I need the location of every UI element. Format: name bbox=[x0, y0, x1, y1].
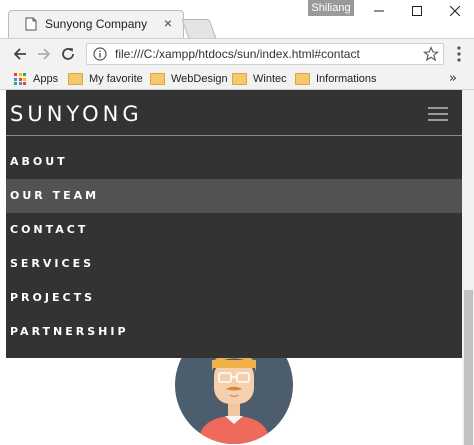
more-bookmarks-icon[interactable]: » bbox=[449, 71, 457, 86]
nav-item-label: SERVICES bbox=[10, 257, 95, 270]
nav-item-projects[interactable]: PROJECTS bbox=[6, 281, 462, 315]
arrow-left-icon bbox=[13, 48, 26, 60]
nav-divider bbox=[6, 135, 462, 136]
nav-item-our-team[interactable]: OUR TEAM bbox=[6, 179, 462, 213]
minimize-button[interactable] bbox=[360, 0, 398, 22]
folder-icon bbox=[150, 73, 165, 85]
close-icon bbox=[450, 6, 460, 16]
nav-item-partnership[interactable]: PARTNERSHIP bbox=[6, 315, 462, 349]
bookmark-label: Informations bbox=[316, 73, 377, 85]
more-vertical-icon[interactable] bbox=[452, 45, 466, 63]
address-bar[interactable]: file:///C:/xampp/htdocs/sun/index.html#c… bbox=[86, 43, 444, 65]
apps-grid-icon bbox=[14, 73, 26, 85]
new-tab-button[interactable] bbox=[181, 19, 217, 39]
forward-button[interactable] bbox=[34, 44, 54, 64]
browser-toolbar: file:///C:/xampp/htdocs/sun/index.html#c… bbox=[0, 38, 474, 68]
nav-item-label: OUR TEAM bbox=[10, 189, 100, 202]
star-icon[interactable] bbox=[423, 46, 439, 62]
bookmark-apps[interactable]: Apps bbox=[14, 71, 58, 87]
site-navbar: SUNYONG ABOUT OUR TEAM CONTACT SERVICES … bbox=[6, 90, 462, 358]
bookmark-webdesign[interactable]: WebDesign bbox=[150, 71, 228, 87]
info-icon[interactable] bbox=[93, 47, 107, 61]
maximize-icon bbox=[412, 6, 422, 16]
hamburger-menu-icon[interactable] bbox=[428, 107, 448, 121]
bookmark-informations[interactable]: Informations bbox=[295, 71, 377, 87]
site-brand[interactable]: SUNYONG bbox=[10, 102, 143, 126]
bookmark-label: Apps bbox=[33, 73, 59, 85]
team-member-avatar bbox=[175, 358, 293, 444]
back-button[interactable] bbox=[10, 44, 30, 64]
folder-icon bbox=[232, 73, 247, 85]
nav-item-contact[interactable]: CONTACT bbox=[6, 213, 462, 247]
nav-item-services[interactable]: SERVICES bbox=[6, 247, 462, 281]
bookmark-my-favorite[interactable]: My favorite bbox=[68, 71, 143, 87]
minimize-icon bbox=[374, 10, 384, 12]
nav-item-label: PROJECTS bbox=[10, 291, 95, 304]
tab-strip: Sunyong Company × Shiliang bbox=[0, 0, 474, 39]
nav-item-label: PARTNERSHIP bbox=[10, 325, 129, 338]
url-text: file:///C:/xampp/htdocs/sun/index.html#c… bbox=[115, 47, 360, 61]
folder-icon bbox=[295, 73, 310, 85]
bookmark-label: Wintec bbox=[253, 73, 287, 85]
folder-icon bbox=[68, 73, 83, 85]
close-tab-icon[interactable]: × bbox=[161, 16, 175, 30]
nav-item-label: ABOUT bbox=[10, 155, 68, 168]
page-icon bbox=[25, 17, 37, 31]
nav-item-label: CONTACT bbox=[10, 223, 89, 236]
profile-badge[interactable]: Shiliang bbox=[308, 0, 354, 16]
reload-icon bbox=[62, 48, 74, 60]
maximize-button[interactable] bbox=[398, 0, 436, 22]
bookmark-label: My favorite bbox=[89, 73, 143, 85]
scrollbar-thumb[interactable] bbox=[464, 290, 473, 445]
bookmarks-bar: Apps My favorite WebDesign Wintec Inform… bbox=[0, 68, 474, 90]
page-viewport: SUNYONG ABOUT OUR TEAM CONTACT SERVICES … bbox=[0, 90, 474, 445]
arrow-right-icon bbox=[38, 48, 51, 60]
bookmark-label: WebDesign bbox=[171, 73, 228, 85]
nav-item-about[interactable]: ABOUT bbox=[6, 145, 462, 179]
bookmark-wintec[interactable]: Wintec bbox=[232, 71, 287, 87]
reload-button[interactable] bbox=[58, 44, 78, 64]
close-window-button[interactable] bbox=[436, 0, 474, 22]
browser-tab[interactable]: Sunyong Company × bbox=[8, 10, 184, 38]
tab-title: Sunyong Company bbox=[45, 17, 148, 31]
